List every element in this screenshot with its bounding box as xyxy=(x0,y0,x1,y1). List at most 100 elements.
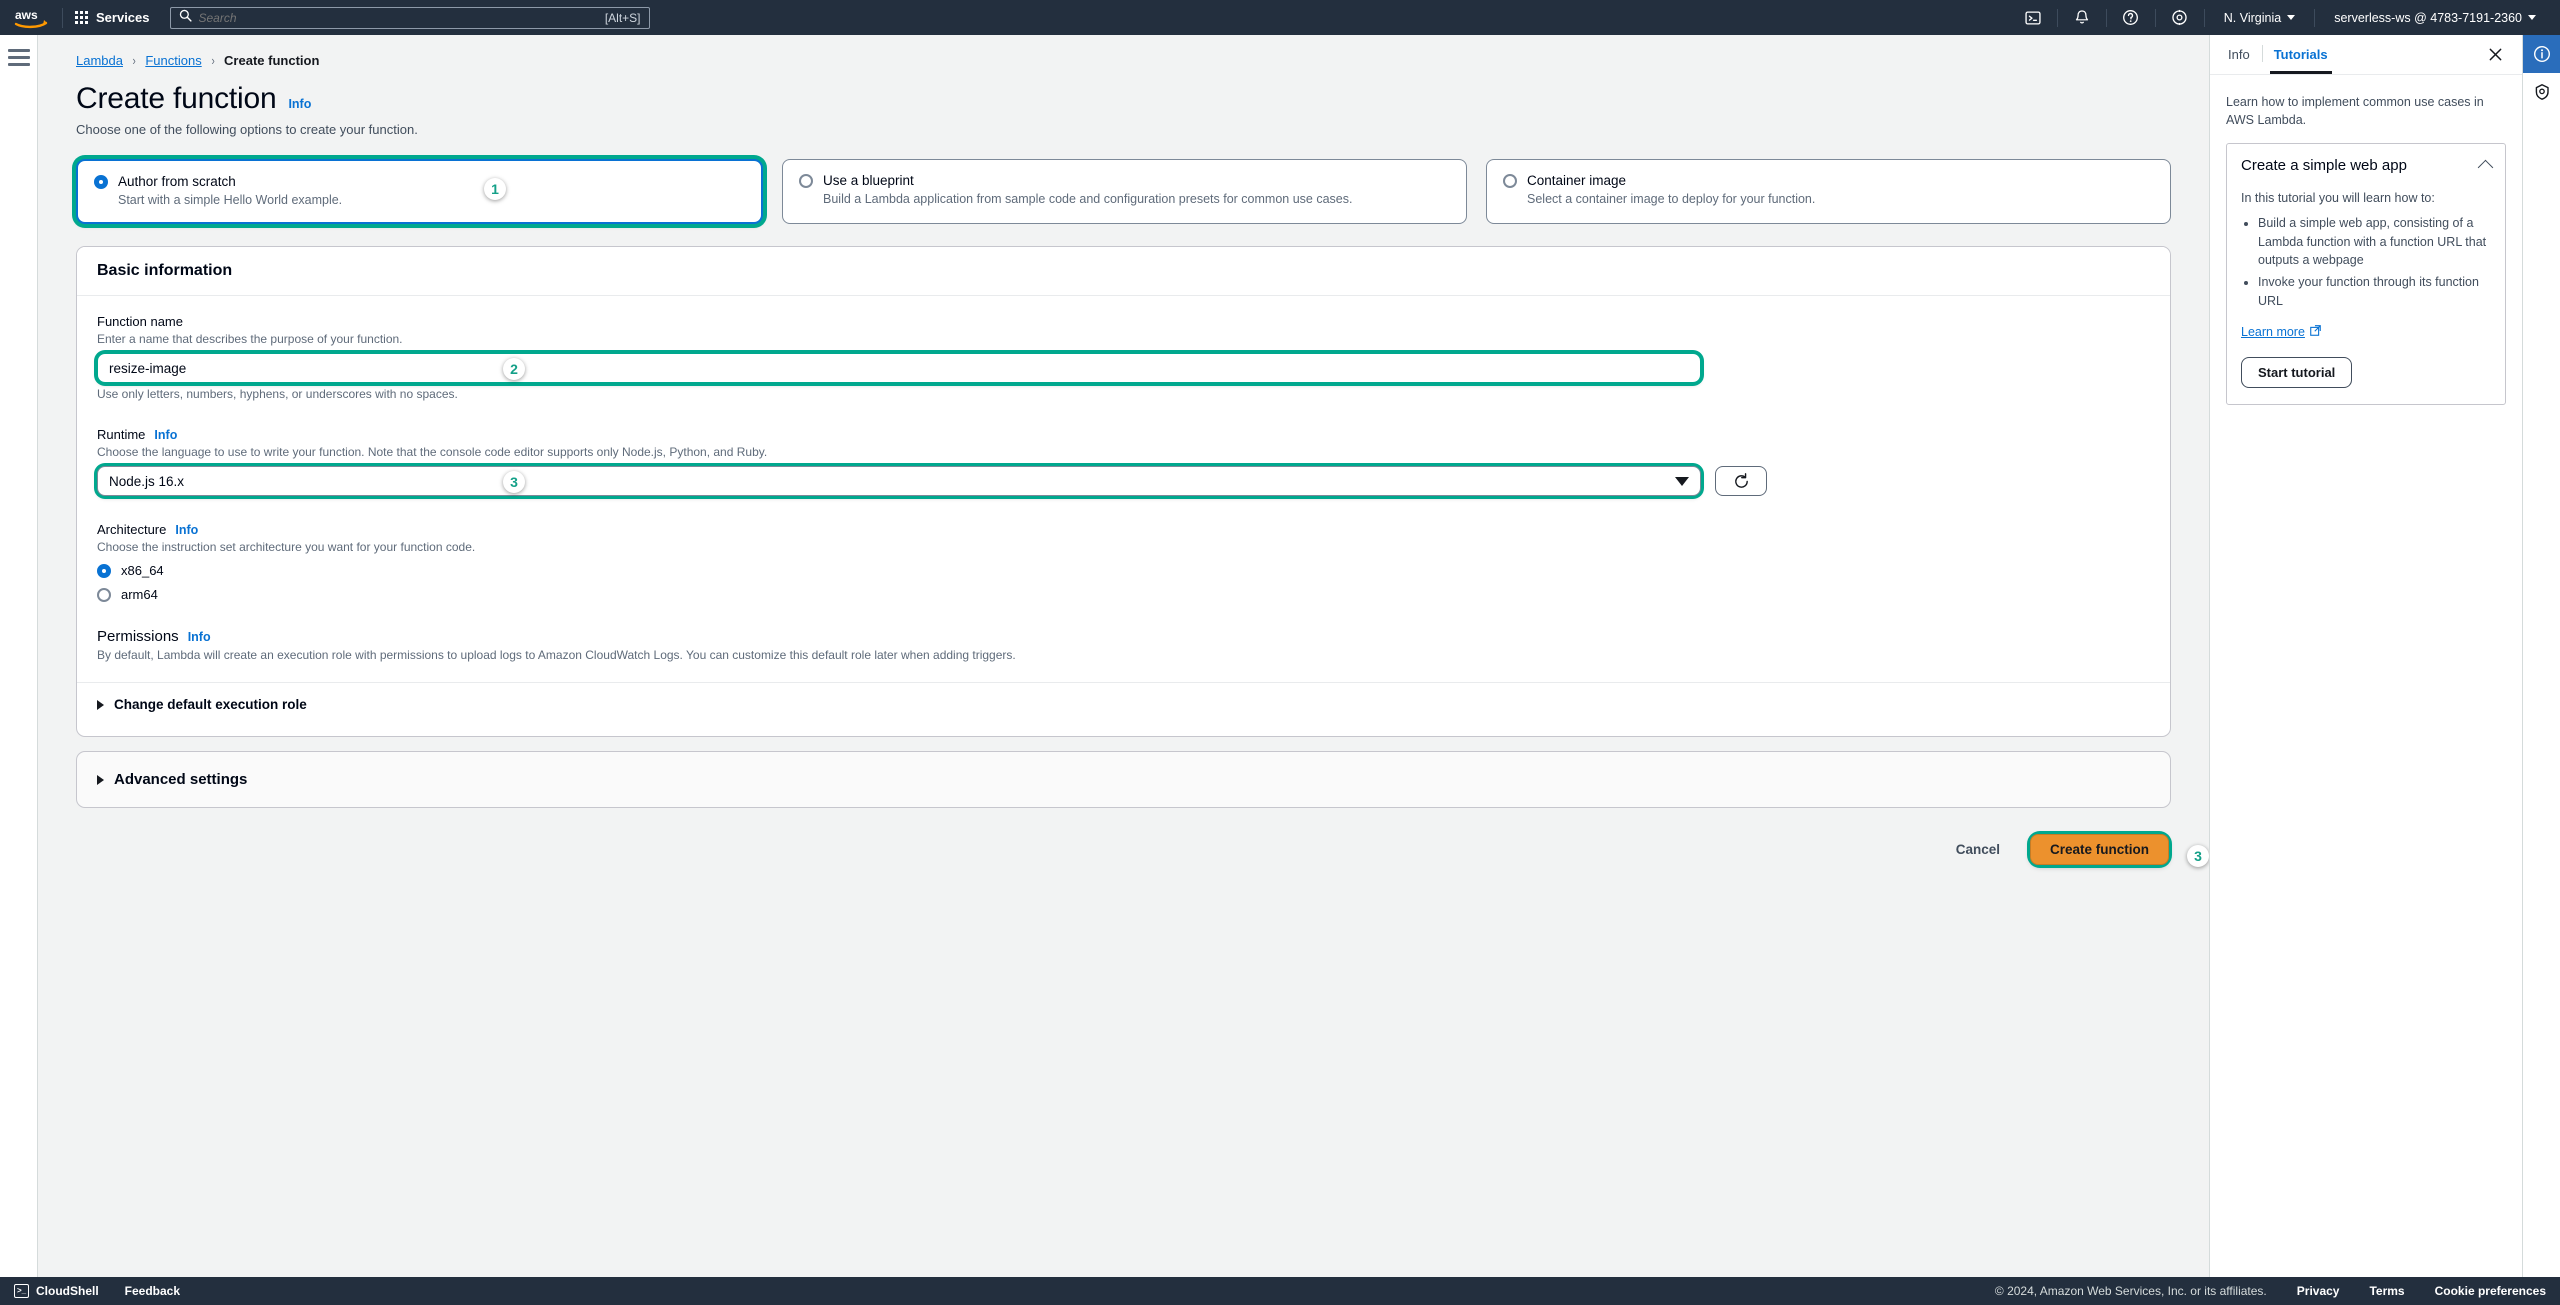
create-function-button[interactable]: Create function xyxy=(2029,834,2169,865)
advanced-settings-expander[interactable]: Advanced settings xyxy=(77,752,2170,807)
function-name-label: Function name xyxy=(97,314,2150,329)
global-search-bar[interactable]: [Alt+S] xyxy=(169,6,650,29)
expander-label: Change default execution role xyxy=(114,697,307,712)
advanced-settings-label: Advanced settings xyxy=(114,771,248,788)
option-card-container-image[interactable]: Container image Select a container image… xyxy=(1486,159,2171,224)
bell-icon[interactable] xyxy=(2065,0,2099,35)
label-text: Runtime xyxy=(97,427,146,442)
chevron-down-icon xyxy=(2287,15,2296,20)
tab-tutorials[interactable]: Tutorials xyxy=(2269,36,2332,74)
learn-more-label: Learn more xyxy=(2241,324,2305,339)
label-text: Function name xyxy=(97,314,183,329)
right-icon-rail xyxy=(2522,35,2560,1277)
side-panel-body: Learn how to implement common use cases … xyxy=(2210,75,2522,423)
learn-more-link[interactable]: Learn more xyxy=(2241,325,2321,339)
option-description: Select a container image to deploy for y… xyxy=(1527,192,1816,206)
architecture-option-x86-64[interactable]: x86_64 xyxy=(97,563,2150,578)
tutorial-card: Create a simple web app In this tutorial… xyxy=(2226,143,2506,405)
breadcrumb-separator: › xyxy=(211,53,215,68)
main-content: Lambda › Functions › Create function Cre… xyxy=(38,35,2209,1277)
runtime-row: Node.js 16.x 3 xyxy=(97,466,2150,496)
footer-link-cookie-preferences[interactable]: Cookie preferences xyxy=(2435,1284,2546,1298)
search-shortcut-hint: [Alt+S] xyxy=(604,10,641,25)
region-label: N. Virginia xyxy=(2223,10,2282,25)
radio-use-a-blueprint[interactable] xyxy=(799,173,813,188)
chevron-up-icon[interactable] xyxy=(2477,159,2494,176)
app-shell: Lambda › Functions › Create function Cre… xyxy=(0,35,2560,1277)
option-description: Start with a simple Hello World example. xyxy=(118,193,343,207)
start-tutorial-button[interactable]: Start tutorial xyxy=(2241,356,2353,388)
tab-info[interactable]: Info xyxy=(2226,36,2263,73)
runtime-select[interactable]: Node.js 16.x xyxy=(97,466,1701,496)
architecture-option-arm64[interactable]: arm64 xyxy=(97,587,2150,602)
cloudshell-icon: >_ xyxy=(14,1284,29,1298)
region-selector[interactable]: N. Virginia xyxy=(2212,0,2307,35)
radio-x86-64[interactable] xyxy=(97,563,111,578)
search-icon xyxy=(179,9,192,27)
close-icon[interactable] xyxy=(2484,44,2506,66)
nav-divider xyxy=(2105,8,2107,27)
services-label: Services xyxy=(96,10,150,25)
services-menu-button[interactable]: Services xyxy=(63,0,162,35)
top-navigation-bar: aws Services [Alt+S] xyxy=(0,0,2560,35)
function-name-hint: Use only letters, numbers, hyphens, or u… xyxy=(97,387,458,401)
info-circle-icon[interactable] xyxy=(2523,35,2560,73)
cloudshell-button[interactable]: >_ CloudShell xyxy=(14,1284,99,1298)
question-circle-icon[interactable] xyxy=(2114,0,2148,35)
footer-copyright: © 2024, Amazon Web Services, Inc. or its… xyxy=(1994,1284,2267,1298)
list-item: Build a simple web app, consisting of a … xyxy=(2258,214,2491,270)
sidebar-toggle-rail xyxy=(0,35,38,1277)
feedback-button[interactable]: Feedback xyxy=(125,1284,180,1298)
radio-container-image[interactable] xyxy=(1503,173,1517,188)
tutorial-title: Create a simple web app xyxy=(2241,157,2407,175)
cancel-button[interactable]: Cancel xyxy=(1946,836,2010,863)
breadcrumb: Lambda › Functions › Create function xyxy=(76,35,2171,68)
form-actions: Cancel Create function 3 xyxy=(76,834,2209,867)
footer-link-terms[interactable]: Terms xyxy=(2369,1284,2404,1298)
function-name-input-wrapper: 2 xyxy=(97,353,1701,383)
tutorials-side-panel: Info Tutorials Learn how to implement co… xyxy=(2209,35,2522,1277)
account-menu[interactable]: serverless-ws @ 4783-7191-2360 xyxy=(2322,0,2548,35)
architecture-option-label: x86_64 xyxy=(121,563,164,578)
advanced-settings-panel[interactable]: Advanced settings xyxy=(76,751,2171,808)
label-text: Permissions xyxy=(97,628,179,645)
function-name-input[interactable] xyxy=(97,353,1701,383)
option-card-author-from-scratch[interactable]: Author from scratch Start with a simple … xyxy=(76,159,763,224)
architecture-label: Architecture Info xyxy=(97,522,2150,537)
breadcrumb-item-functions[interactable]: Functions xyxy=(145,53,201,68)
option-title: Author from scratch xyxy=(118,174,236,189)
hamburger-menu-icon[interactable] xyxy=(7,49,30,1277)
runtime-select-wrapper: Node.js 16.x 3 xyxy=(97,466,1701,496)
shield-icon[interactable] xyxy=(2523,73,2560,111)
option-card-use-a-blueprint[interactable]: Use a blueprint Build a Lambda applicati… xyxy=(782,159,1467,224)
change-default-execution-role-expander[interactable]: Change default execution role xyxy=(77,683,2170,714)
tutorial-card-header[interactable]: Create a simple web app xyxy=(2241,157,2494,176)
svg-text:aws: aws xyxy=(15,8,38,22)
refresh-icon[interactable] xyxy=(1715,466,1767,496)
external-link-icon xyxy=(2310,324,2321,339)
side-panel-tabs: Info Tutorials xyxy=(2210,35,2522,75)
permissions-label: Permissions Info xyxy=(97,628,2150,645)
page-subtitle: Choose one of the following options to c… xyxy=(76,122,418,137)
account-label: serverless-ws @ 4783-7191-2360 xyxy=(2334,10,2522,25)
panel-body: Function name Enter a name that describe… xyxy=(77,296,2170,736)
footer-link-privacy[interactable]: Privacy xyxy=(2297,1284,2340,1298)
gear-icon[interactable] xyxy=(2163,0,2197,35)
list-item: Invoke your function through its functio… xyxy=(2258,273,2491,311)
runtime-info-link[interactable]: Info xyxy=(154,428,177,442)
permissions-info-link[interactable]: Info xyxy=(188,630,211,644)
radio-arm64[interactable] xyxy=(97,587,111,602)
runtime-label: Runtime Info xyxy=(97,427,2150,442)
cloudshell-label: CloudShell xyxy=(36,1284,99,1298)
architecture-info-link[interactable]: Info xyxy=(175,523,198,537)
chevron-down-icon xyxy=(1675,476,1689,486)
radio-author-from-scratch[interactable] xyxy=(94,174,108,189)
breadcrumb-item-lambda[interactable]: Lambda xyxy=(76,53,123,68)
page-header: Create function Info xyxy=(76,82,2171,116)
function-name-description: Enter a name that describes the purpose … xyxy=(97,332,403,346)
search-input[interactable] xyxy=(198,10,598,25)
page-info-link[interactable]: Info xyxy=(288,97,311,111)
aws-logo[interactable]: aws xyxy=(0,0,62,35)
cloudshell-icon[interactable] xyxy=(2016,0,2050,35)
option-description: Build a Lambda application from sample c… xyxy=(823,192,1353,206)
